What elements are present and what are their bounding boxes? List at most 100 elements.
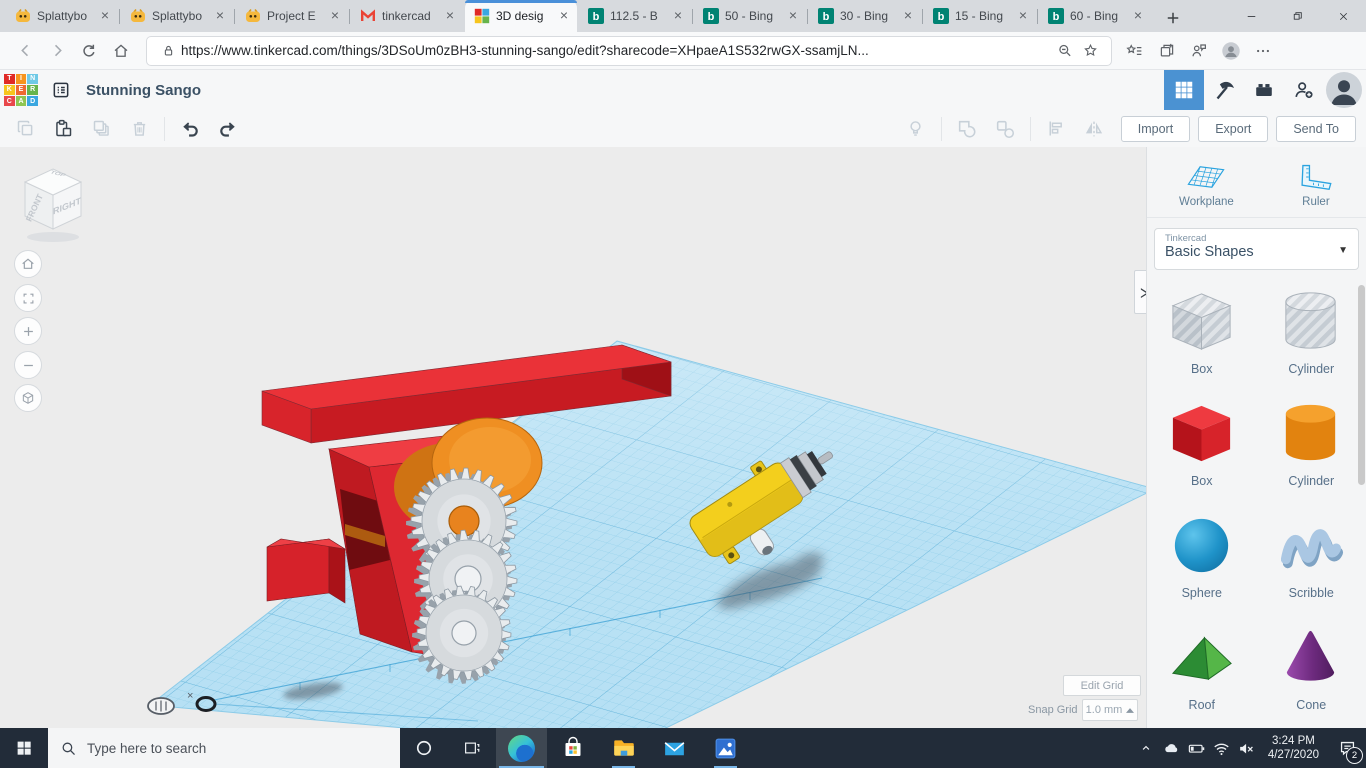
edit-grid-button[interactable]: Edit Grid	[1063, 675, 1141, 696]
shape-sphere-sphere[interactable]: Sphere	[1147, 508, 1257, 620]
invite-person-icon[interactable]	[1284, 70, 1324, 110]
tinkercad-logo[interactable]: TIN KER CAD	[4, 73, 38, 107]
tab-close-icon[interactable]: ×	[785, 8, 801, 24]
home-icon[interactable]	[106, 36, 136, 66]
shape-roof-roof[interactable]: Roof	[1147, 620, 1257, 732]
scene-canvas[interactable]: ×	[0, 147, 1146, 728]
volume-muted-icon[interactable]	[1234, 728, 1259, 768]
viewport-3d[interactable]: × TOP FRONT RIGHT Edit Grid Snap Grid 1.…	[0, 147, 1146, 728]
shape-cylinder-cylinder-striped[interactable]: Cylinder	[1257, 284, 1366, 396]
mirror-icon[interactable]	[1077, 116, 1111, 142]
browser-tab[interactable]: b 50 - Bing ×	[694, 0, 806, 32]
more-menu-icon[interactable]	[1248, 36, 1278, 66]
chevron-up-icon[interactable]	[1134, 728, 1159, 768]
close-window-button[interactable]	[1320, 0, 1366, 32]
lego-brick-icon[interactable]	[1244, 70, 1284, 110]
sidebar-scrollbar[interactable]	[1358, 285, 1365, 485]
shape-cone-cone[interactable]: Cone	[1257, 620, 1366, 732]
browser-tab[interactable]: 3D desig ×	[465, 0, 577, 32]
tab-close-icon[interactable]: ×	[212, 8, 228, 24]
perspective-button[interactable]	[14, 384, 42, 412]
shape-cylinder-cylinder-orange[interactable]: Cylinder	[1257, 396, 1366, 508]
browser-tab[interactable]: Project E ×	[236, 0, 348, 32]
redo-icon[interactable]	[211, 116, 245, 142]
taskbar-app-mail[interactable]	[649, 728, 700, 768]
shape-library-select[interactable]: Tinkercad Basic Shapes ▼	[1154, 228, 1359, 270]
blocks-grid-icon[interactable]	[1164, 70, 1204, 110]
zoom-out-button[interactable]	[14, 351, 42, 379]
browser-tab[interactable]: b 112.5 - B ×	[579, 0, 691, 32]
browser-profile-avatar[interactable]	[1216, 36, 1246, 66]
align-icon[interactable]	[1039, 116, 1073, 142]
url-text[interactable]: https://www.tinkercad.com/things/3DSoUm0…	[181, 43, 1051, 58]
ruler-tool-button[interactable]: Ruler	[1298, 162, 1334, 208]
browser-tab[interactable]: b 15 - Bing ×	[924, 0, 1036, 32]
onedrive-icon[interactable]	[1159, 728, 1184, 768]
task-view-icon[interactable]	[448, 728, 496, 768]
feedback-icon[interactable]	[1184, 36, 1214, 66]
shape-scribble-scribble[interactable]: Scribble	[1257, 508, 1366, 620]
export-button[interactable]: Export	[1198, 115, 1269, 142]
tab-close-icon[interactable]: ×	[556, 8, 572, 24]
send-to-button[interactable]: Send To	[1276, 115, 1356, 142]
taskbar-search[interactable]: Type here to search	[48, 728, 400, 768]
taskbar-app-store[interactable]	[547, 728, 598, 768]
clock[interactable]: 3:24 PM 4/27/2020	[1259, 734, 1328, 762]
duplicate-icon[interactable]	[84, 116, 118, 142]
show-all-icon[interactable]	[899, 116, 933, 142]
workplane-tool[interactable]: Workplane	[1179, 162, 1234, 208]
small-red-cube[interactable]	[266, 538, 346, 604]
design-title[interactable]: Stunning Sango	[86, 82, 201, 99]
home-view-button[interactable]	[14, 250, 42, 278]
minecraft-pickaxe-icon[interactable]	[1204, 70, 1244, 110]
favorites-bar-icon[interactable]	[1120, 36, 1150, 66]
browser-tab[interactable]: Splattybo ×	[6, 0, 118, 32]
tab-close-icon[interactable]: ×	[442, 8, 458, 24]
cortana-icon[interactable]	[400, 728, 448, 768]
tab-close-icon[interactable]: ×	[1015, 8, 1031, 24]
group-icon[interactable]	[950, 116, 984, 142]
taskbar-app-file-explorer[interactable]	[598, 728, 649, 768]
collections-icon[interactable]	[1152, 36, 1182, 66]
delete-icon[interactable]	[122, 116, 156, 142]
paste-icon[interactable]	[46, 116, 80, 142]
taskbar-app-photos[interactable]	[700, 728, 751, 768]
import-button[interactable]: Import	[1120, 115, 1191, 142]
battery-icon[interactable]	[1184, 728, 1209, 768]
browser-tab[interactable]: Splattybo ×	[121, 0, 233, 32]
minimize-button[interactable]	[1228, 0, 1274, 32]
forward-icon[interactable]	[42, 36, 72, 66]
account-avatar[interactable]	[1326, 72, 1362, 108]
view-cube[interactable]: TOP FRONT RIGHT	[17, 163, 89, 249]
browser-tab[interactable]: b 30 - Bing ×	[809, 0, 921, 32]
tab-close-icon[interactable]: ×	[1130, 8, 1146, 24]
start-button[interactable]	[0, 728, 48, 768]
header-tools	[1164, 70, 1366, 110]
shape-box-box-red[interactable]: Box	[1147, 396, 1257, 508]
browser-tab[interactable]: tinkercad ×	[351, 0, 463, 32]
new-tab-button[interactable]	[1159, 4, 1187, 32]
design-properties-icon[interactable]	[46, 75, 76, 105]
ruler-delete-icon[interactable]: ×	[187, 690, 193, 702]
fit-view-button[interactable]	[14, 284, 42, 312]
notification-center-icon[interactable]: 2	[1328, 728, 1366, 768]
undo-icon[interactable]	[173, 116, 207, 142]
tab-close-icon[interactable]: ×	[670, 8, 686, 24]
copy-icon[interactable]	[8, 116, 42, 142]
taskbar-app-edge[interactable]	[496, 728, 547, 768]
back-icon[interactable]	[10, 36, 40, 66]
shape-box-box-striped[interactable]: Box	[1147, 284, 1257, 396]
tab-close-icon[interactable]: ×	[900, 8, 916, 24]
tab-close-icon[interactable]: ×	[327, 8, 343, 24]
maximize-button[interactable]	[1274, 0, 1320, 32]
tab-close-icon[interactable]: ×	[97, 8, 113, 24]
ungroup-icon[interactable]	[988, 116, 1022, 142]
address-bar[interactable]: https://www.tinkercad.com/things/3DSoUm0…	[146, 35, 1112, 66]
browser-tab[interactable]: b 60 - Bing ×	[1039, 0, 1151, 32]
refresh-icon[interactable]	[74, 36, 104, 66]
snap-grid-select[interactable]: 1.0 mm	[1082, 699, 1138, 721]
wifi-icon[interactable]	[1209, 728, 1234, 768]
favorite-star-icon[interactable]	[1077, 40, 1103, 62]
zoom-in-button[interactable]	[14, 317, 42, 345]
zoom-out-icon[interactable]	[1051, 40, 1077, 62]
